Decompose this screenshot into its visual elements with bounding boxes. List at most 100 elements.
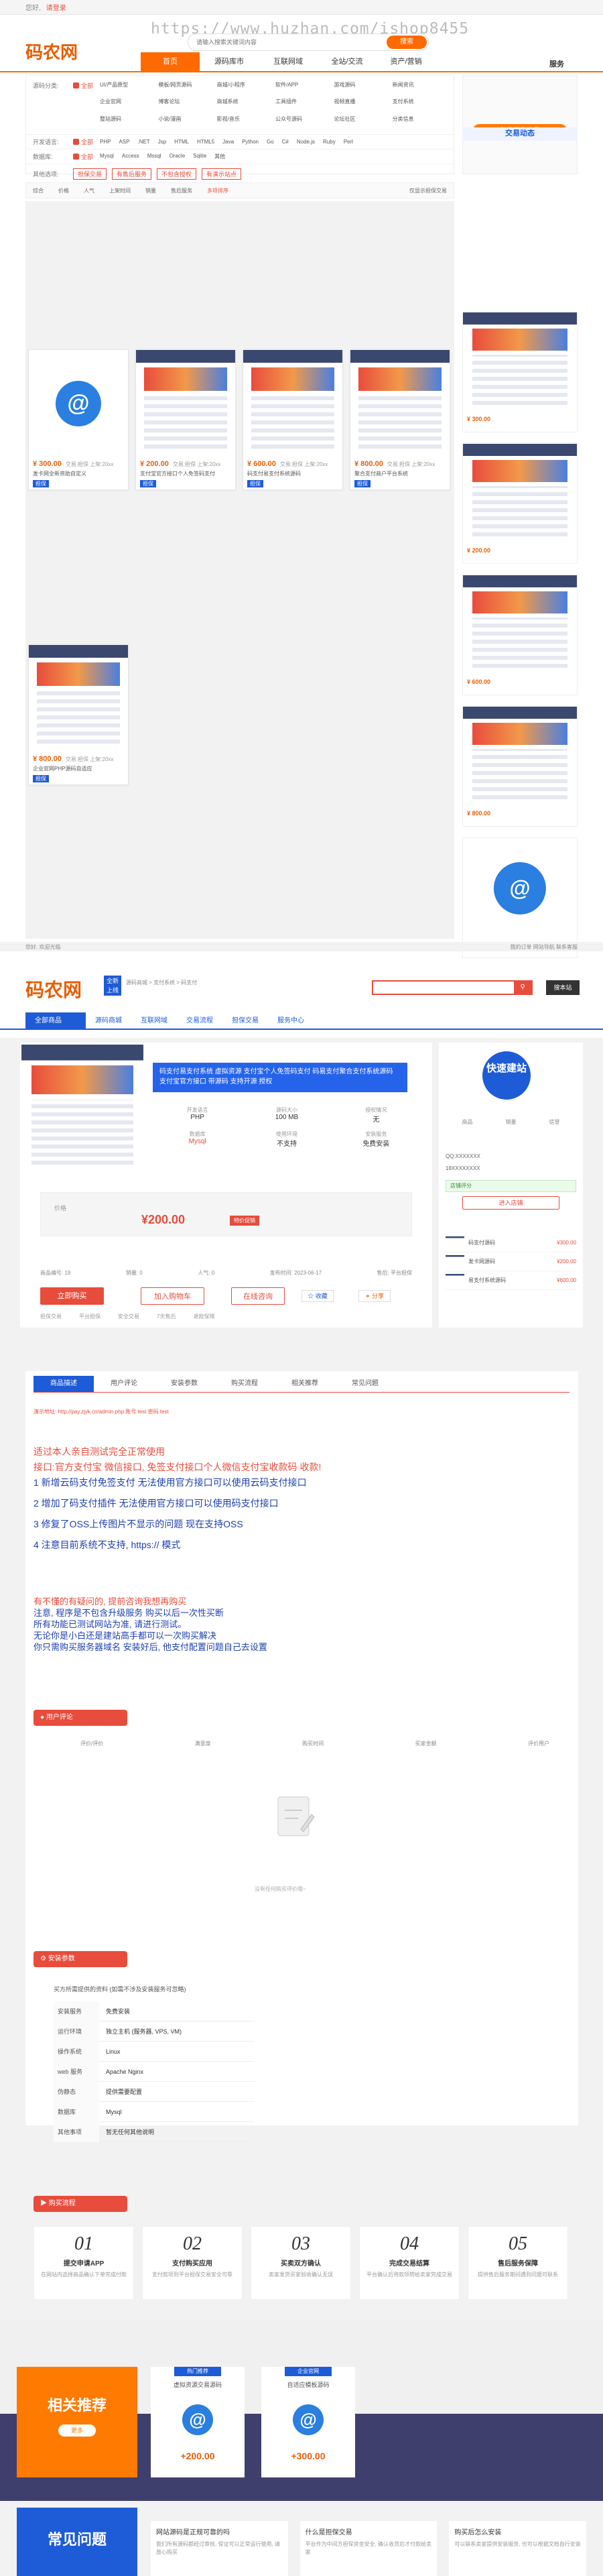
nav-item-home[interactable]: 首页	[141, 52, 200, 71]
recommend-more-button[interactable]: 更多	[58, 2424, 96, 2437]
demo-url[interactable]: 演示地址: http://pay.zjyk.cn/admin.php 账号 te…	[34, 1408, 169, 1415]
nav-item-source[interactable]: 源码库市	[200, 52, 259, 71]
filter-category-item[interactable]: 支付系统	[393, 98, 447, 111]
filter-lang-item[interactable]: Python	[242, 139, 259, 145]
consult-button[interactable]: 在线咨询	[231, 1287, 285, 1305]
filter-lang-item[interactable]: ASP	[119, 139, 129, 145]
add-cart-button[interactable]: 加入购物车	[141, 1287, 204, 1305]
filter-category-item[interactable]: 模板/网页源码	[158, 81, 212, 95]
detail-logo[interactable]: 码农网	[25, 976, 82, 1002]
sort-option[interactable]: 售后服务	[171, 187, 192, 194]
nav-service[interactable]: 服务	[549, 58, 564, 69]
product-thumbnail[interactable]	[350, 350, 450, 457]
filter-category-item[interactable]: UI/产品原型	[100, 81, 154, 95]
filter-category-item[interactable]: 工具插件	[275, 98, 330, 111]
sort-option[interactable]: 销量	[145, 187, 156, 194]
filter-category-item[interactable]: 视频直播	[334, 98, 388, 111]
filter-other-tag[interactable]: 有演示站点	[202, 168, 242, 180]
sort-option[interactable]: 综合	[33, 187, 44, 194]
product-card[interactable]: ¥ 800.00 交易:担保 上架:20xx 聚合支付商户平台系统 担保	[350, 349, 450, 490]
filter-lang-item[interactable]: HTML5	[197, 139, 214, 145]
faq-item[interactable]: 网站源码是正规可靠的吗 我们所有源码都经过审核, 保证可以正常运行使用, 请放心购…	[151, 2521, 288, 2576]
filter-category-item[interactable]: 商城/小程序	[217, 81, 271, 95]
detail-nav-item[interactable]: 互联网域	[131, 1012, 177, 1030]
tab-item[interactable]: 安装参数	[154, 1376, 214, 1392]
shop-rec-item[interactable]: 易支付系统源码 ¥600.00	[446, 1271, 576, 1290]
detail-nav-item[interactable]: 交易流程	[177, 1012, 222, 1030]
filter-category-item[interactable]: 公众号源码	[275, 115, 330, 129]
share-button[interactable]: ⚭ 分享	[358, 1290, 391, 1302]
detail-nav-item[interactable]: 源码商城	[86, 1012, 131, 1030]
mid-footer-right[interactable]: 我的订单 网站导航 联系客服	[511, 943, 578, 950]
filter-db-item[interactable]: Oracle	[170, 153, 186, 160]
filter-lang-item[interactable]: Java	[222, 139, 234, 145]
detail-nav-item[interactable]: 服务中心	[268, 1012, 314, 1030]
tab-item[interactable]: 用户评论	[94, 1376, 154, 1392]
product-title[interactable]: 企业官网PHP源码自适应	[33, 765, 124, 772]
side-product[interactable]: ¥ 800.00	[462, 706, 578, 827]
side-thumbnail[interactable]	[463, 707, 577, 807]
sort-option[interactable]: 人气	[84, 187, 94, 194]
recommend-item[interactable]: 企业官网 自适应模板源码 @ +300.00	[261, 2367, 355, 2477]
sort-option[interactable]: 价格	[58, 187, 69, 194]
filter-lang-item[interactable]: Go	[267, 139, 274, 145]
filter-db-item[interactable]: Mssql	[147, 153, 161, 160]
shop-rec-item[interactable]: 发卡网源码 ¥200.00	[446, 1252, 576, 1271]
product-thumbnail[interactable]	[136, 350, 235, 457]
detail-nav-item[interactable]: 全部商品	[25, 1012, 86, 1030]
search-site-button[interactable]: 搜本站	[546, 980, 580, 995]
search-button[interactable]: 搜索	[387, 36, 427, 49]
filter-db-item[interactable]: Access	[122, 153, 139, 160]
filter-all-category[interactable]: 全部	[73, 81, 100, 129]
filter-other-tag[interactable]: 有售后服务	[112, 168, 152, 180]
filter-lang-item[interactable]: Perl	[344, 139, 353, 145]
buy-now-button[interactable]: 立即购买	[40, 1287, 104, 1305]
filter-lang-item[interactable]: Ruby	[323, 139, 336, 145]
filter-category-item[interactable]: 分类信息	[393, 115, 447, 129]
filter-lang-item[interactable]: .NET	[137, 139, 149, 145]
filter-other-tag[interactable]: 担保交易	[73, 168, 107, 180]
login-link[interactable]: 请登录	[46, 2, 66, 12]
escrow-only-toggle[interactable]: 仅显示担保交易	[409, 187, 447, 194]
filter-category-item[interactable]: 博客论坛	[158, 98, 212, 111]
side-thumbnail[interactable]	[463, 575, 577, 676]
filter-category-item[interactable]: 游戏源码	[334, 81, 388, 95]
product-card[interactable]: ¥ 600.00 交易:担保 上架:20xx 码支付易支付系统源码 担保	[243, 349, 343, 490]
filter-category-item[interactable]: 影视/音乐	[217, 115, 271, 129]
nav-item-assets[interactable]: 资产/营销	[377, 52, 436, 71]
filter-lang-item[interactable]: Jsp	[158, 139, 166, 145]
filter-category-item[interactable]: 软件/APP	[275, 81, 330, 95]
product-card[interactable]: ¥ 800.00 交易:担保 上架:20xx 企业官网PHP源码自适应 担保	[28, 644, 129, 785]
filter-all-db[interactable]: 全部	[73, 152, 100, 161]
side-product[interactable]: ¥ 200.00	[462, 443, 578, 564]
search-input[interactable]	[188, 34, 376, 50]
filter-category-item[interactable]: 整站源码	[100, 115, 154, 129]
tab-item[interactable]: 常见问题	[335, 1376, 395, 1392]
enter-shop-button[interactable]: 进入店铺	[462, 1196, 559, 1210]
nav-item-community[interactable]: 全站/交流	[318, 52, 377, 71]
filter-lang-item[interactable]: PHP	[100, 139, 111, 145]
product-thumbnail[interactable]	[243, 350, 342, 457]
product-main-image[interactable]	[21, 1045, 143, 1175]
product-title[interactable]: 发卡网全新资助自定义	[33, 470, 124, 477]
side-product[interactable]: @¥ 800.00	[462, 837, 578, 958]
tab-item[interactable]: 商品描述	[34, 1376, 94, 1392]
favorite-button[interactable]: ☆ 收藏	[302, 1290, 334, 1302]
recommend-item[interactable]: 热门推荐 虚拟资源交易源码 @ +200.00	[151, 2367, 245, 2477]
product-card[interactable]: ¥ 200.00 交易:担保 上架:20xx 支付宝官方接口个人免签码支付 担保	[135, 349, 236, 490]
filter-lang-item[interactable]: C#	[282, 139, 289, 145]
side-thumbnail[interactable]	[463, 312, 577, 413]
product-thumbnail[interactable]	[29, 645, 128, 752]
product-title[interactable]: 聚合支付商户平台系统	[354, 470, 446, 477]
filter-lang-item[interactable]: HTML	[174, 139, 189, 145]
filter-db-item[interactable]: Mysql	[100, 153, 114, 160]
search-icon[interactable]: ⚲	[514, 982, 531, 994]
tab-item[interactable]: 购买流程	[214, 1376, 275, 1392]
shop-avatar[interactable]: 快速建站	[482, 1051, 531, 1100]
filter-category-item[interactable]: 商城系统	[217, 98, 271, 111]
filter-category-item[interactable]: 新闻资讯	[393, 81, 447, 95]
sort-option[interactable]: 多项排序	[207, 187, 228, 194]
side-product[interactable]: ¥ 300.00	[462, 312, 578, 432]
side-thumbnail[interactable]	[463, 444, 577, 544]
side-thumbnail[interactable]: @	[463, 838, 577, 939]
